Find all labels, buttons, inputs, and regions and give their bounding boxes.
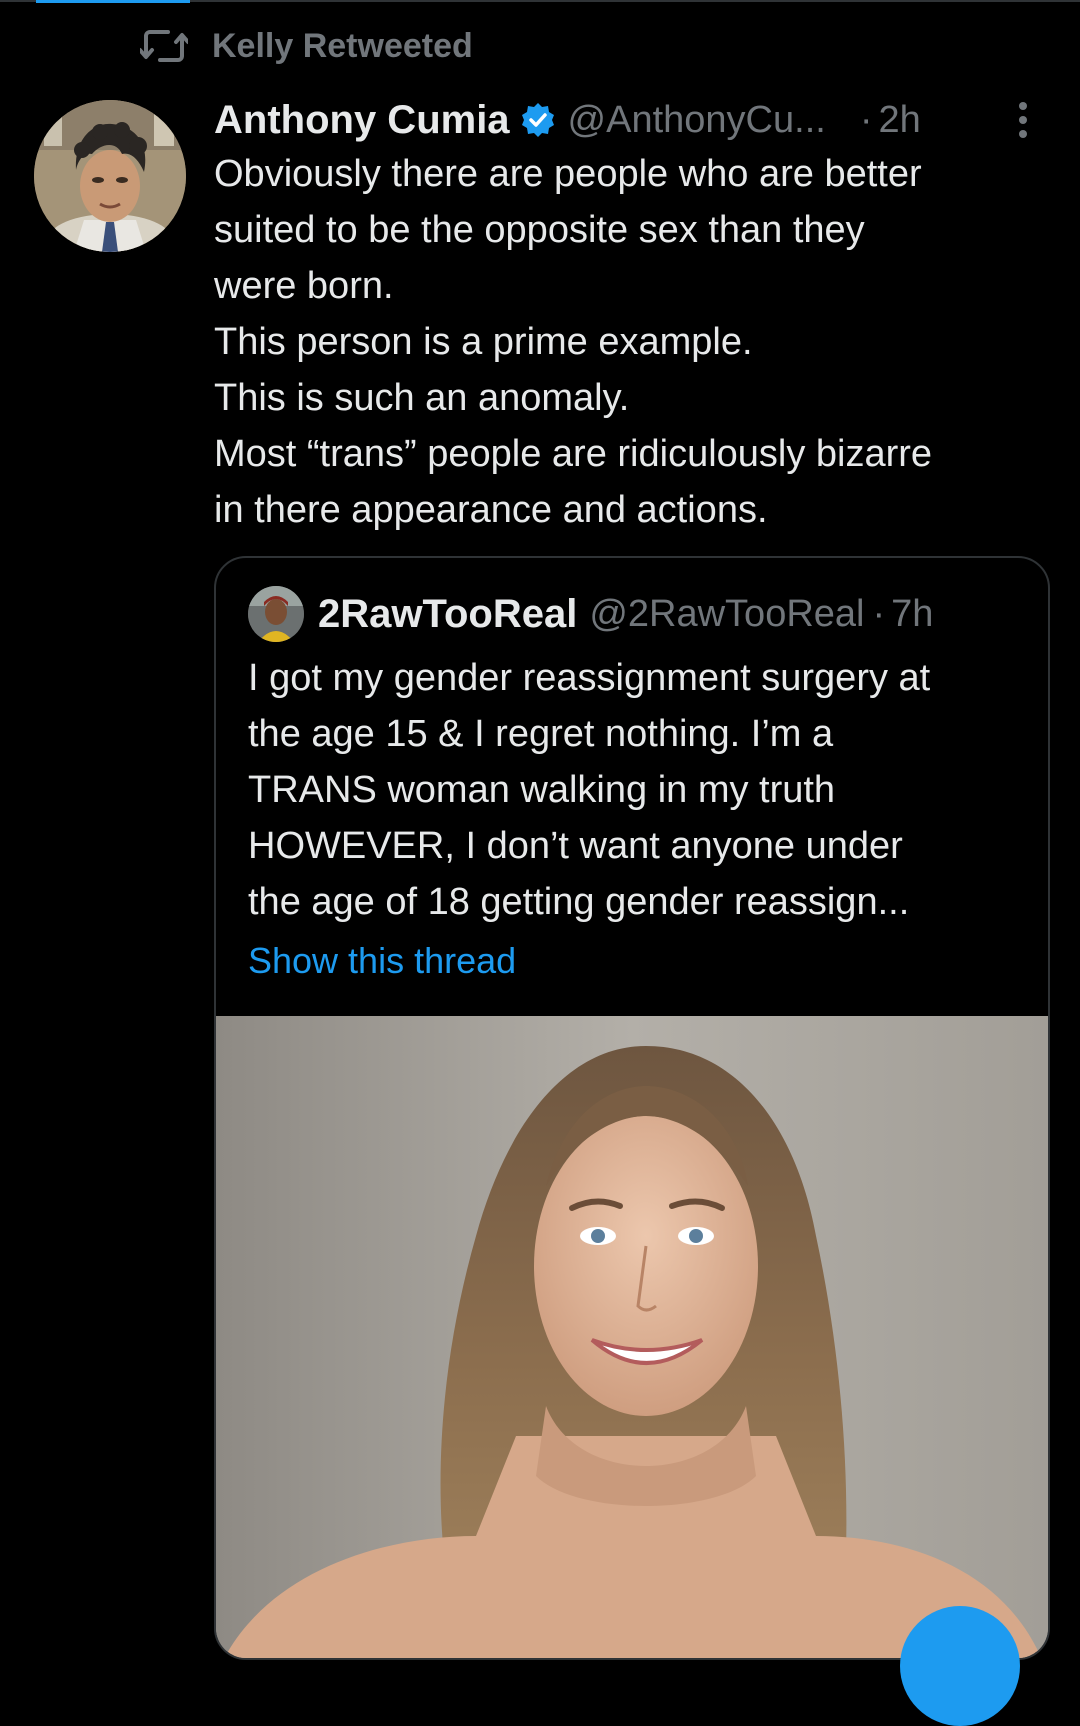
tab-indicator bbox=[36, 0, 190, 3]
quoted-header-separator: · bbox=[872, 592, 886, 635]
quoted-tweet-text: I got my gender reassignment surgery at … bbox=[248, 650, 1038, 930]
quoted-text-line: TRANS woman walking in my truth bbox=[248, 769, 836, 811]
tweet-text-line: suited to be the opposite sex than they bbox=[214, 209, 865, 251]
tweet-text-line: were born. bbox=[214, 265, 394, 307]
show-thread-link[interactable]: Show this thread bbox=[248, 940, 516, 982]
quoted-text-line: HOWEVER, I don’t want anyone under bbox=[248, 825, 903, 867]
quoted-tweet-card[interactable]: 2RawTooReal @2RawTooReal · 7h I got my g… bbox=[214, 556, 1050, 1660]
author-handle[interactable]: @AnthonyCu... bbox=[568, 99, 826, 142]
quoted-author-name[interactable]: 2RawTooReal bbox=[318, 592, 577, 637]
tweet-text-line: Most “trans” people are ridiculously biz… bbox=[214, 433, 933, 475]
quoted-tweet-photo[interactable] bbox=[216, 1016, 1048, 1658]
tweet-timestamp[interactable]: 2h bbox=[878, 99, 920, 142]
tweet-text-line: This person is a prime example. bbox=[214, 321, 753, 363]
retweet-context[interactable]: Kelly Retweeted bbox=[140, 24, 473, 68]
quoted-tweet-timestamp[interactable]: 7h bbox=[891, 593, 933, 636]
tweet-text-line: Obviously there are people who are bette… bbox=[214, 153, 922, 195]
retweet-icon bbox=[140, 26, 188, 66]
header-separator: · bbox=[859, 98, 873, 141]
quoted-author-avatar[interactable] bbox=[248, 586, 304, 642]
compose-button[interactable] bbox=[900, 1606, 1020, 1726]
quoted-text-line: the age of 18 getting gender reassign... bbox=[248, 881, 910, 923]
quoted-author-handle[interactable]: @2RawTooReal bbox=[589, 593, 864, 636]
quoted-tweet-header: 2RawTooReal @2RawTooReal · 7h bbox=[248, 586, 933, 642]
quoted-text-line: I got my gender reassignment surgery at bbox=[248, 657, 931, 699]
tweet-header: Anthony Cumia @AnthonyCu... · 2h bbox=[214, 92, 1054, 148]
tweet-text-line: This is such an anomaly. bbox=[214, 377, 630, 419]
more-vertical-icon[interactable] bbox=[1010, 98, 1036, 142]
tweet-text: Obviously there are people who are bette… bbox=[214, 146, 1064, 538]
quoted-text-line: the age 15 & I regret nothing. I’m a bbox=[248, 713, 834, 755]
author-avatar[interactable] bbox=[34, 100, 186, 252]
author-name[interactable]: Anthony Cumia bbox=[214, 98, 510, 143]
verified-badge-icon bbox=[520, 102, 556, 138]
tweet-text-line: in there appearance and actions. bbox=[214, 489, 768, 531]
retweet-label: Kelly Retweeted bbox=[212, 26, 473, 65]
